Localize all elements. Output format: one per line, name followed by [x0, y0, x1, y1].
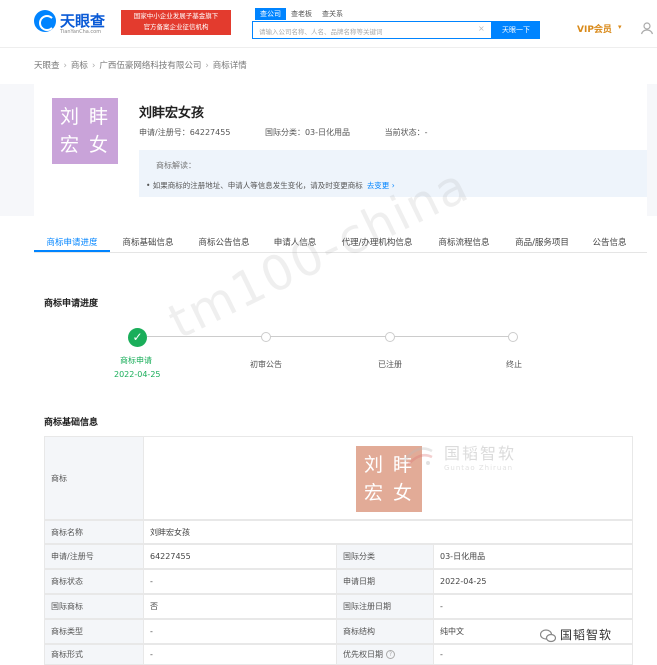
tab-announcement-info[interactable]: 商标公告信息 [186, 228, 262, 252]
progress-section-title: 商标申请进度 [44, 299, 99, 309]
table-value: - [143, 569, 337, 594]
brand-watermark-text: 国韬智软 Guntao Zhiruan [444, 440, 516, 472]
logo-icon [34, 10, 56, 32]
wechat-account-name: 国韬智软 [560, 628, 613, 642]
gov-badge-line1: 国家中小企业发展子基金旗下 [133, 12, 219, 20]
table-label-text: 优先权日期 [343, 650, 383, 659]
search-tab-boss[interactable]: 查老板 [286, 8, 317, 20]
table-value-name: 刘盽宏女孩 [143, 520, 633, 544]
table-value: 2022-04-25 [433, 569, 633, 594]
table-label: 申请日期 [336, 569, 434, 594]
tab-process-info[interactable]: 商标流程信息 [426, 228, 502, 252]
breadcrumb-separator: › [91, 61, 96, 71]
check-icon: ✓ [128, 328, 147, 347]
table-label-name: 商标名称 [44, 520, 144, 544]
trademark-title: 刘盽宏女孩 [139, 106, 205, 121]
user-avatar-icon[interactable] [640, 21, 657, 35]
breadcrumb: 天眼查 › 商标 › 广西伍豪网络科技有限公司 › 商标详情 [34, 59, 247, 71]
search-button[interactable]: 天眼一下 [492, 21, 540, 39]
table-value: - [433, 644, 633, 665]
table-value: 否 [143, 594, 337, 619]
search-tab-relation[interactable]: 查关系 [317, 8, 348, 20]
breadcrumb-company[interactable]: 广西伍豪网络科技有限公司 [99, 61, 201, 71]
wechat-watermark: 国韬智软 [539, 626, 613, 643]
tab-goods-services[interactable]: 商品/服务项目 [502, 228, 582, 252]
table-label: 申请/注册号 [44, 544, 144, 569]
clear-icon[interactable]: × [478, 24, 485, 33]
trademark-meta: 申请/注册号：64227455 国际分类：03-日化用品 当前状态：- [139, 127, 459, 138]
breadcrumb-trademark[interactable]: 商标 [71, 61, 88, 71]
progress-node [385, 332, 395, 342]
table-label: 国际分类 [336, 544, 434, 569]
reg-no: 申请/注册号：64227455 [139, 128, 231, 137]
breadcrumb-current: 商标详情 [212, 61, 247, 71]
breadcrumb-separator: › [63, 61, 67, 71]
intl-class: 国际分类：03-日化用品 [264, 128, 351, 137]
table-value: - [143, 619, 337, 644]
basic-section-title: 商标基础信息 [44, 418, 99, 428]
tab-basic-info[interactable]: 商标基础信息 [110, 228, 186, 252]
table-value: 03-日化用品 [433, 544, 633, 569]
table-label: 商标结构 [336, 619, 434, 644]
progress-step-label: 初审公告 [250, 360, 282, 369]
progress-step-label: 已注册 [378, 360, 402, 369]
table-label: 商标形式 [44, 644, 144, 665]
table-label-trademark: 商标 [44, 436, 144, 520]
logo-subtitle: TianYanCha.com [60, 29, 102, 35]
progress-track [147, 336, 514, 337]
search-input[interactable]: 请输入公司名称、人名、品牌名称等关键词 [252, 21, 492, 39]
progress-step-label: 终止 [506, 360, 522, 369]
table-value: - [433, 594, 633, 619]
current-status: 当前状态：- [384, 128, 428, 137]
gov-badge-line2: 官方备案企业征信机构 [143, 23, 209, 31]
guotao-logo-icon [400, 441, 436, 471]
notice-message: • 如果商标的注册地址、申请人等信息发生变化，请及时变更商标 [146, 181, 363, 190]
page: 天眼查 TianYanCha.com 国家中小企业发展子基金旗下 官方备案企业征… [0, 0, 657, 665]
wechat-icon [539, 628, 557, 642]
trademark-thumbnail: 刘 盽 宏 女 [52, 98, 118, 164]
chevron-down-icon[interactable]: ▾ [618, 23, 622, 31]
progress-step-date: 2022-04-25 [114, 370, 161, 379]
table-label: 国际商标 [44, 594, 144, 619]
tianyancha-logo[interactable]: 天眼查 TianYanCha.com [34, 10, 106, 35]
brand-watermark-cn: 国韬智软 [444, 444, 517, 463]
brand-watermark-en: Guntao Zhiruan [444, 464, 514, 472]
help-icon[interactable]: ? [386, 650, 395, 659]
tab-application-progress[interactable]: 商标申请进度 [34, 228, 110, 252]
tab-announcements[interactable]: 公告信息 [582, 228, 637, 252]
progress-node [508, 332, 518, 342]
search-tabs: 查公司 查老板 查关系 [255, 8, 348, 20]
table-label: 商标状态 [44, 569, 144, 594]
table-label: 商标类型 [44, 619, 144, 644]
thumb-line2: 宏 女 [59, 134, 111, 156]
progress-step-label: 商标申请 [120, 356, 152, 365]
notice-text: • 如果商标的注册地址、申请人等信息发生变化，请及时变更商标 去变更 › [146, 180, 395, 191]
notice-title: 商标解读： [156, 161, 196, 170]
search-tab-company[interactable]: 查公司 [255, 8, 286, 20]
thumb-line1: 刘 盽 [59, 106, 111, 128]
progress-node [261, 332, 271, 342]
breadcrumb-separator: › [205, 61, 209, 71]
image-line2: 宏 女 [363, 482, 415, 504]
table-value: - [143, 644, 337, 665]
brand-watermark: 国韬智软 Guntao Zhiruan [400, 440, 516, 472]
table-value: 64227455 [143, 544, 337, 569]
vip-link[interactable]: VIP会员 [577, 22, 612, 35]
table-label: 国际注册日期 [336, 594, 434, 619]
logo-text: 天眼查 [60, 12, 106, 30]
table-label-priority-date: 优先权日期? [336, 644, 434, 665]
gov-badge: 国家中小企业发展子基金旗下 官方备案企业征信机构 [121, 10, 231, 35]
top-header: 天眼查 TianYanCha.com 国家中小企业发展子基金旗下 官方备案企业征… [0, 0, 657, 48]
breadcrumb-home[interactable]: 天眼查 [34, 61, 60, 71]
